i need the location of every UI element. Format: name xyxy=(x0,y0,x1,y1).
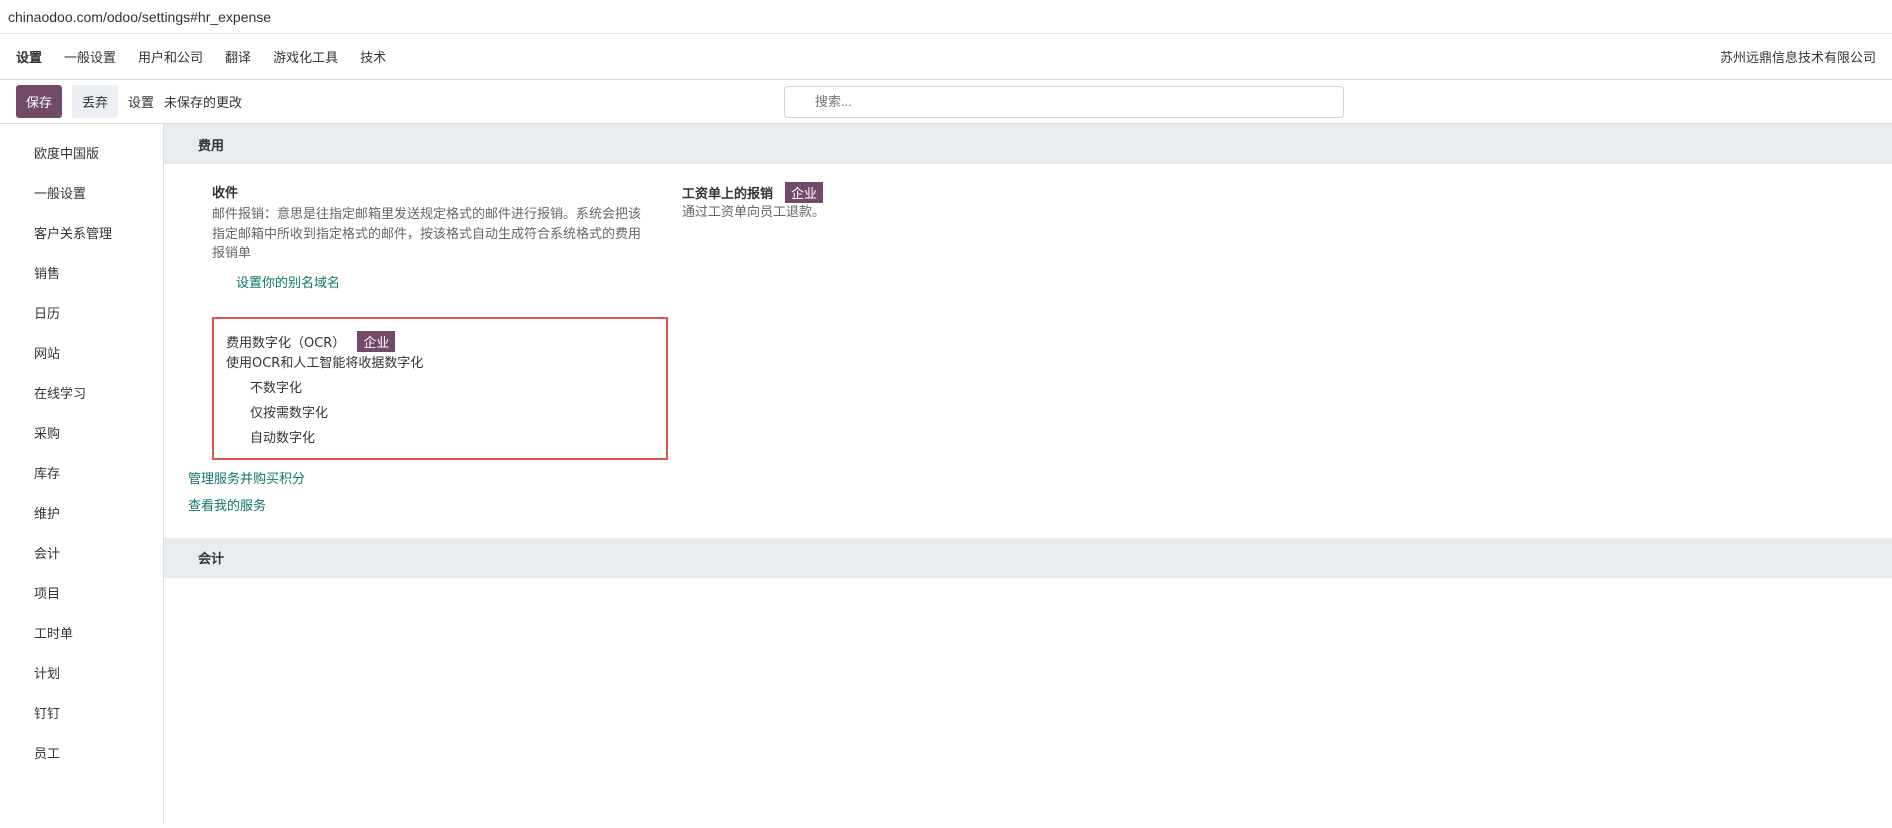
search-input[interactable] xyxy=(784,85,1345,118)
url-text[interactable]: chinaodoo.com/odoo/settings#hr_expense xyxy=(8,9,271,25)
enterprise-badge: 企业 xyxy=(357,330,396,352)
receipt-description: 邮件报销：意思是往指定邮箱里发送规定格式的邮件进行报销。系统会把该指定邮箱中所收… xyxy=(212,207,642,261)
ocr-description: 使用OCR和人工智能将收据数字化 xyxy=(226,355,424,371)
sidebar-item[interactable]: 一般设置 xyxy=(0,172,163,212)
nav-translation[interactable]: 翻译 xyxy=(225,47,251,66)
browser-bar: chinaodoo.com/odoo/settings#hr_expense xyxy=(0,0,1892,34)
enterprise-badge: 企业 xyxy=(785,182,824,203)
ocr-option-selected[interactable]: 自动数字化 xyxy=(250,427,654,446)
nav-general[interactable]: 一般设置 xyxy=(64,47,116,66)
sidebar-item[interactable]: 库存 xyxy=(0,452,163,492)
receipt-setting: 收件邮件报销：意思是往指定邮箱里发送规定格式的邮件进行报销。系统会把该指定邮箱中… xyxy=(212,182,642,291)
sidebar-item[interactable]: 网站 xyxy=(0,332,163,372)
sidebar-item[interactable]: 会计 xyxy=(0,532,163,572)
sidebar-item[interactable]: 维护 xyxy=(0,492,163,532)
sidebar-item[interactable]: 欧度中国版 xyxy=(0,132,163,172)
sidebar-item[interactable]: 工时单 xyxy=(0,612,163,652)
sidebar-item[interactable]: 采购 xyxy=(0,412,163,452)
accounting-section-title: 会计 xyxy=(164,537,1892,578)
ocr-setting-highlight: 费用数字化（OCR） 企业使用OCR和人工智能将收据数字化不数字化仅按需数字化 自动… xyxy=(212,316,668,460)
nav-technical[interactable]: 技术 xyxy=(360,47,386,66)
unsaved-status: 未保存的更改 xyxy=(164,96,243,111)
breadcrumb: 设置 xyxy=(128,96,155,111)
sidebar-item[interactable]: 日历 xyxy=(0,292,163,332)
nav-users[interactable]: 用户和公司 xyxy=(138,47,203,66)
sidebar-item[interactable]: 计划 xyxy=(0,652,163,692)
save-button[interactable]: 保存 xyxy=(16,85,63,118)
ocr-title: 费用数字化（OCR） xyxy=(226,335,346,351)
payroll-setting: 工资单上的报销 企业通过工资单向员工退款。 xyxy=(682,182,1112,291)
ocr-option[interactable]: 不数字化 xyxy=(250,377,654,396)
sidebar-item[interactable]: 钉钉 xyxy=(0,692,163,732)
expense-settings-row: 收件邮件报销：意思是往指定邮箱里发送规定格式的邮件进行报销。系统会把该指定邮箱中… xyxy=(164,164,1892,309)
discard-button[interactable]: 丢弃 xyxy=(72,85,119,118)
ocr-option[interactable]: 仅按需数字化 xyxy=(250,402,654,421)
sidebar-item[interactable]: 销售 xyxy=(0,252,163,292)
sidebar-item[interactable]: 项目 xyxy=(0,572,163,612)
sidebar-item[interactable]: 在线学习 xyxy=(0,372,163,412)
receipt-title: 收件 xyxy=(212,186,239,201)
sidebar-item[interactable]: 客户关系管理 xyxy=(0,212,163,252)
settings-sidebar: 欧度中国版 一般设置 客户关系管理 销售 日历 网站 在线学习 采购 库存 维护 会计 项目 工时单 计划… xyxy=(0,124,164,824)
manage-services-link[interactable]: 管理服务并购买积分 xyxy=(188,468,1892,487)
app-title[interactable]: 设置 xyxy=(16,47,42,66)
settings-main: 费用 收件邮件报销：意思是往指定邮箱里发送规定格式的邮件进行报销。系统会把该指定… xyxy=(164,124,1892,824)
payroll-description: 通过工资单向员工退款。 xyxy=(682,205,826,220)
alias-domain-link[interactable]: 设置你的别名域名 xyxy=(236,272,642,291)
view-services-link[interactable]: 查看我的服务 xyxy=(188,495,1892,514)
sidebar-item[interactable]: 员工 xyxy=(0,732,163,772)
company-name[interactable]: 苏州远鼎信息技术有限公司 xyxy=(1720,47,1876,66)
top-navigation: 设置 一般设置 用户和公司 翻译 游戏化工具 技术 苏州远鼎信息技术有限公司 xyxy=(0,34,1892,80)
control-bar: 保存 丢弃 设置 未保存的更改 xyxy=(0,80,1892,124)
nav-gamification[interactable]: 游戏化工具 xyxy=(273,47,338,66)
payroll-title: 工资单上的报销 xyxy=(682,187,774,202)
expense-section-title: 费用 xyxy=(164,124,1892,164)
